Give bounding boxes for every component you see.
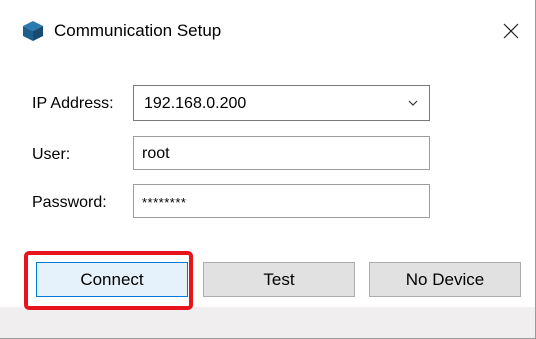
close-icon bbox=[503, 23, 519, 39]
ip-address-dropdown[interactable]: 192.168.0.200 bbox=[133, 85, 430, 121]
communication-setup-dialog: Communication Setup IP Address: 192.168.… bbox=[0, 0, 536, 339]
password-value: ******** bbox=[142, 195, 187, 210]
no-device-button[interactable]: No Device bbox=[369, 262, 521, 297]
dialog-footer bbox=[0, 307, 535, 338]
user-field[interactable]: root bbox=[133, 136, 430, 170]
ip-address-value: 192.168.0.200 bbox=[144, 95, 247, 112]
test-button[interactable]: Test bbox=[203, 262, 355, 297]
user-label: User: bbox=[32, 146, 71, 163]
connect-button[interactable]: Connect bbox=[36, 262, 188, 297]
close-button[interactable] bbox=[487, 0, 535, 62]
chevron-down-icon bbox=[408, 100, 418, 106]
user-value: root bbox=[142, 145, 170, 162]
password-field[interactable]: ******** bbox=[133, 184, 430, 218]
cube-app-icon bbox=[23, 21, 43, 41]
title-bar: Communication Setup bbox=[0, 0, 535, 62]
ip-address-label: IP Address: bbox=[32, 95, 114, 112]
password-label: Password: bbox=[32, 194, 107, 211]
window-title: Communication Setup bbox=[54, 21, 222, 40]
